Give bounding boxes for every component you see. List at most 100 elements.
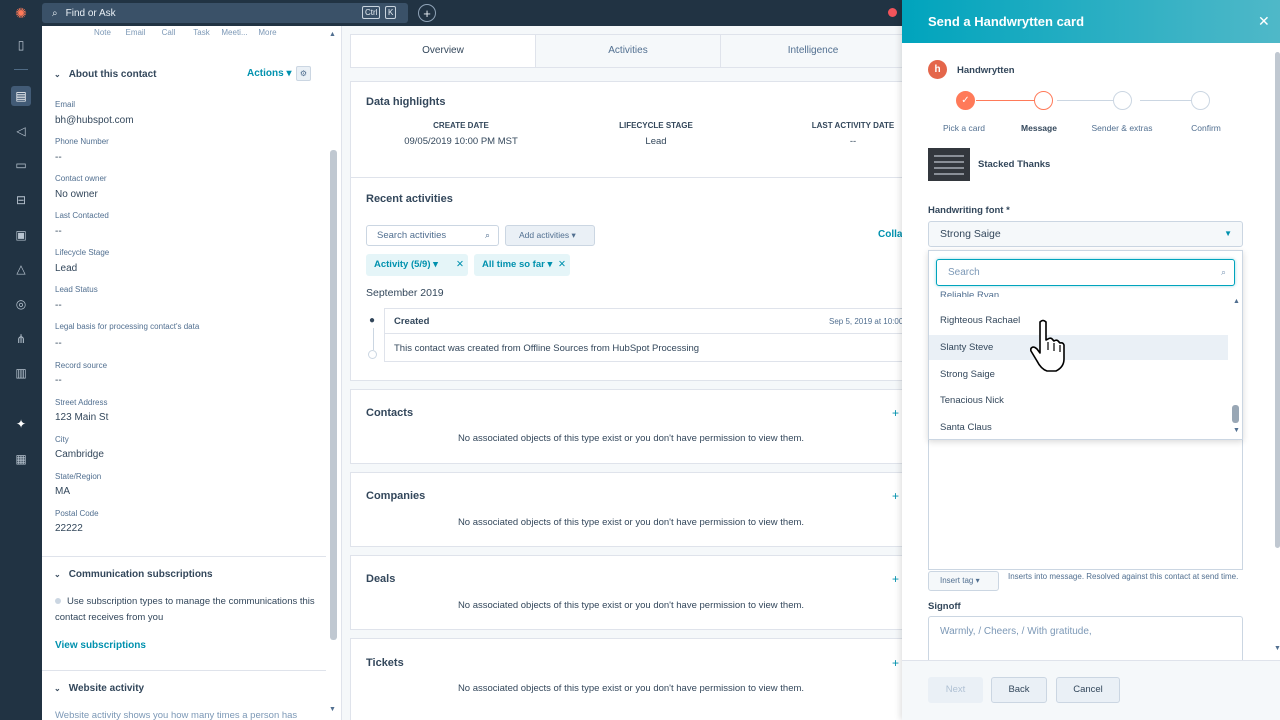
scroll-down-icon[interactable]: ▼ xyxy=(1274,645,1280,652)
signoff-input[interactable]: Warmly, / Cheers, / With gratitude, xyxy=(928,616,1243,660)
collapse-all-link[interactable]: Colla xyxy=(878,229,902,240)
quick-action-email[interactable]: Email xyxy=(119,28,152,37)
close-icon[interactable]: ✕ xyxy=(456,254,464,276)
scroll-down-icon[interactable]: ▼ xyxy=(1233,427,1240,434)
card-thumbnail-line xyxy=(934,161,964,163)
create-new-button[interactable]: + xyxy=(418,4,436,22)
insert-tag-dropdown[interactable]: Insert tag ▾ xyxy=(928,571,999,591)
data-highlights-card: Data highlights CREATE DATE 09/05/2019 1… xyxy=(350,81,902,185)
companies-section-title: Companies xyxy=(366,490,426,502)
next-button[interactable]: Next xyxy=(928,677,983,703)
dashboard-icon[interactable]: ▦ xyxy=(11,449,31,469)
handwriting-font-select[interactable]: Strong Saige ▼ xyxy=(928,221,1243,247)
time-filter-chip[interactable]: All time so far ▾ ✕ xyxy=(474,254,570,276)
tab-intelligence[interactable]: Intelligence xyxy=(721,35,902,67)
prop-value-legal-basis[interactable]: -- xyxy=(55,338,62,349)
quick-action-note[interactable]: Note xyxy=(86,28,119,37)
font-search-input[interactable]: Search ⌕ xyxy=(936,259,1235,286)
database-icon[interactable]: ◎ xyxy=(11,294,31,314)
chevron-down-icon: ⌄ xyxy=(54,570,61,579)
highlight-value-create-date: 09/05/2019 10:00 PM MST xyxy=(404,136,518,147)
font-option[interactable]: Reliable Ryan xyxy=(929,283,1228,297)
automation-icon[interactable]: ⋔ xyxy=(11,329,31,349)
prop-label-city: City xyxy=(55,435,69,444)
top-navigation: ⌕ Find or Ask Ctrl K + xyxy=(42,0,902,26)
prop-value-city[interactable]: Cambridge xyxy=(55,449,104,460)
prop-value-owner[interactable]: No owner xyxy=(55,189,98,200)
contacts-icon[interactable]: ▤ xyxy=(11,86,31,106)
quick-action-task[interactable]: Task xyxy=(185,28,218,37)
actions-dropdown[interactable]: Actions ▾ xyxy=(247,68,291,79)
step-sender-indicator xyxy=(1113,91,1132,110)
website-section-toggle[interactable]: ⌄ Website activity xyxy=(54,683,144,694)
message-textarea[interactable] xyxy=(928,440,1243,570)
add-ticket-icon[interactable]: + xyxy=(892,656,899,670)
add-contact-icon[interactable]: + xyxy=(892,406,899,420)
search-icon: ⌕ xyxy=(484,230,490,240)
font-option-highlighted[interactable]: Slanty Steve xyxy=(929,335,1228,360)
tickets-association-card: Tickets + No associated objects of this … xyxy=(350,638,902,720)
prop-value-state[interactable]: MA xyxy=(55,486,70,497)
prop-label-lead-status: Lead Status xyxy=(55,285,98,294)
signoff-placeholder: Warmly, / Cheers, / With gratitude, xyxy=(940,626,1092,637)
sidebar-scroll-thumb[interactable] xyxy=(330,150,337,640)
activity-item[interactable]: Created Sep 5, 2019 at 10:00 This contac… xyxy=(384,308,902,362)
back-button[interactable]: Back xyxy=(991,677,1047,703)
global-nav-rail: ✺ ▯ ▤ ◁ ▭ ⊟ ▣ △ ◎ ⋔ ▥ ✦ ▦ xyxy=(0,0,42,720)
add-deal-icon[interactable]: + xyxy=(892,572,899,586)
companies-association-card: Companies + No associated objects of thi… xyxy=(350,472,902,547)
scroll-up-icon[interactable]: ▲ xyxy=(1233,298,1240,305)
prop-value-street[interactable]: 123 Main St xyxy=(55,412,108,423)
hand-pointer-cursor-icon xyxy=(1030,319,1065,372)
scroll-down-icon[interactable]: ▼ xyxy=(329,706,336,713)
activity-filter-chip[interactable]: Activity (5/9) ▾ ✕ xyxy=(366,254,468,276)
timeline-dot xyxy=(368,350,377,359)
sparkle-icon[interactable]: ✦ xyxy=(11,414,31,434)
bookmark-icon[interactable]: ▯ xyxy=(11,35,31,55)
font-option[interactable]: Tenacious Nick xyxy=(929,388,1228,413)
font-option[interactable]: Righteous Rachael xyxy=(929,308,1228,333)
notification-badge[interactable] xyxy=(888,8,897,17)
reports-icon[interactable]: ▥ xyxy=(11,363,31,383)
prop-value-postal[interactable]: 22222 xyxy=(55,523,83,534)
panel-scroll-thumb[interactable] xyxy=(1275,52,1280,548)
quick-action-more[interactable]: More xyxy=(251,28,284,37)
companies-empty-message: No associated objects of this type exist… xyxy=(457,517,805,528)
service-icon[interactable]: △ xyxy=(11,259,31,279)
tab-activities[interactable]: Activities xyxy=(536,35,721,67)
shortcut-key-k: K xyxy=(385,6,397,19)
prop-value-record-source[interactable]: -- xyxy=(55,375,62,386)
add-activities-dropdown[interactable]: Add activities ▾ xyxy=(505,225,595,246)
subscriptions-section-toggle[interactable]: ⌄ Communication subscriptions xyxy=(54,569,213,580)
about-section-toggle[interactable]: ⌄ About this contact xyxy=(54,69,156,80)
megaphone-icon[interactable]: ◁ xyxy=(11,121,31,141)
scroll-up-icon[interactable]: ▲ xyxy=(329,31,336,38)
commerce-icon[interactable]: ⊟ xyxy=(11,190,31,210)
font-option[interactable]: Santa Claus xyxy=(929,415,1228,439)
actions-label: Actions xyxy=(247,68,284,79)
global-search-input[interactable]: ⌕ Find or Ask Ctrl K xyxy=(42,3,408,23)
search-activities-input[interactable]: Search activities ⌕ xyxy=(366,225,499,246)
hubspot-logo-icon[interactable]: ✺ xyxy=(11,3,31,23)
prop-value-phone[interactable]: -- xyxy=(55,152,62,163)
tab-overview[interactable]: Overview xyxy=(351,35,536,67)
highlight-label-last-activity: LAST ACTIVITY DATE xyxy=(811,121,895,130)
font-search-placeholder: Search xyxy=(948,267,980,278)
cancel-button[interactable]: Cancel xyxy=(1056,677,1120,703)
add-company-icon[interactable]: + xyxy=(892,489,899,503)
content-icon[interactable]: ▭ xyxy=(11,155,31,175)
prop-value-email[interactable]: bh@hubspot.com xyxy=(55,115,134,126)
font-option[interactable]: Strong Saige xyxy=(929,362,1228,387)
quick-action-meeting[interactable]: Meeti... xyxy=(218,28,251,37)
dropdown-scroll-thumb[interactable] xyxy=(1232,405,1239,423)
prop-value-lifecycle[interactable]: Lead xyxy=(55,263,77,274)
prop-value-last-contacted[interactable]: -- xyxy=(55,226,62,237)
wallet-icon[interactable]: ▣ xyxy=(11,225,31,245)
settings-gear-icon[interactable]: ⚙ xyxy=(296,66,311,81)
close-icon[interactable]: ✕ xyxy=(1258,13,1270,30)
close-icon[interactable]: ✕ xyxy=(558,254,566,276)
card-thumbnail-line xyxy=(934,155,964,157)
quick-action-call[interactable]: Call xyxy=(152,28,185,37)
view-subscriptions-link[interactable]: View subscriptions xyxy=(55,640,146,651)
prop-value-lead-status[interactable]: -- xyxy=(55,300,62,311)
